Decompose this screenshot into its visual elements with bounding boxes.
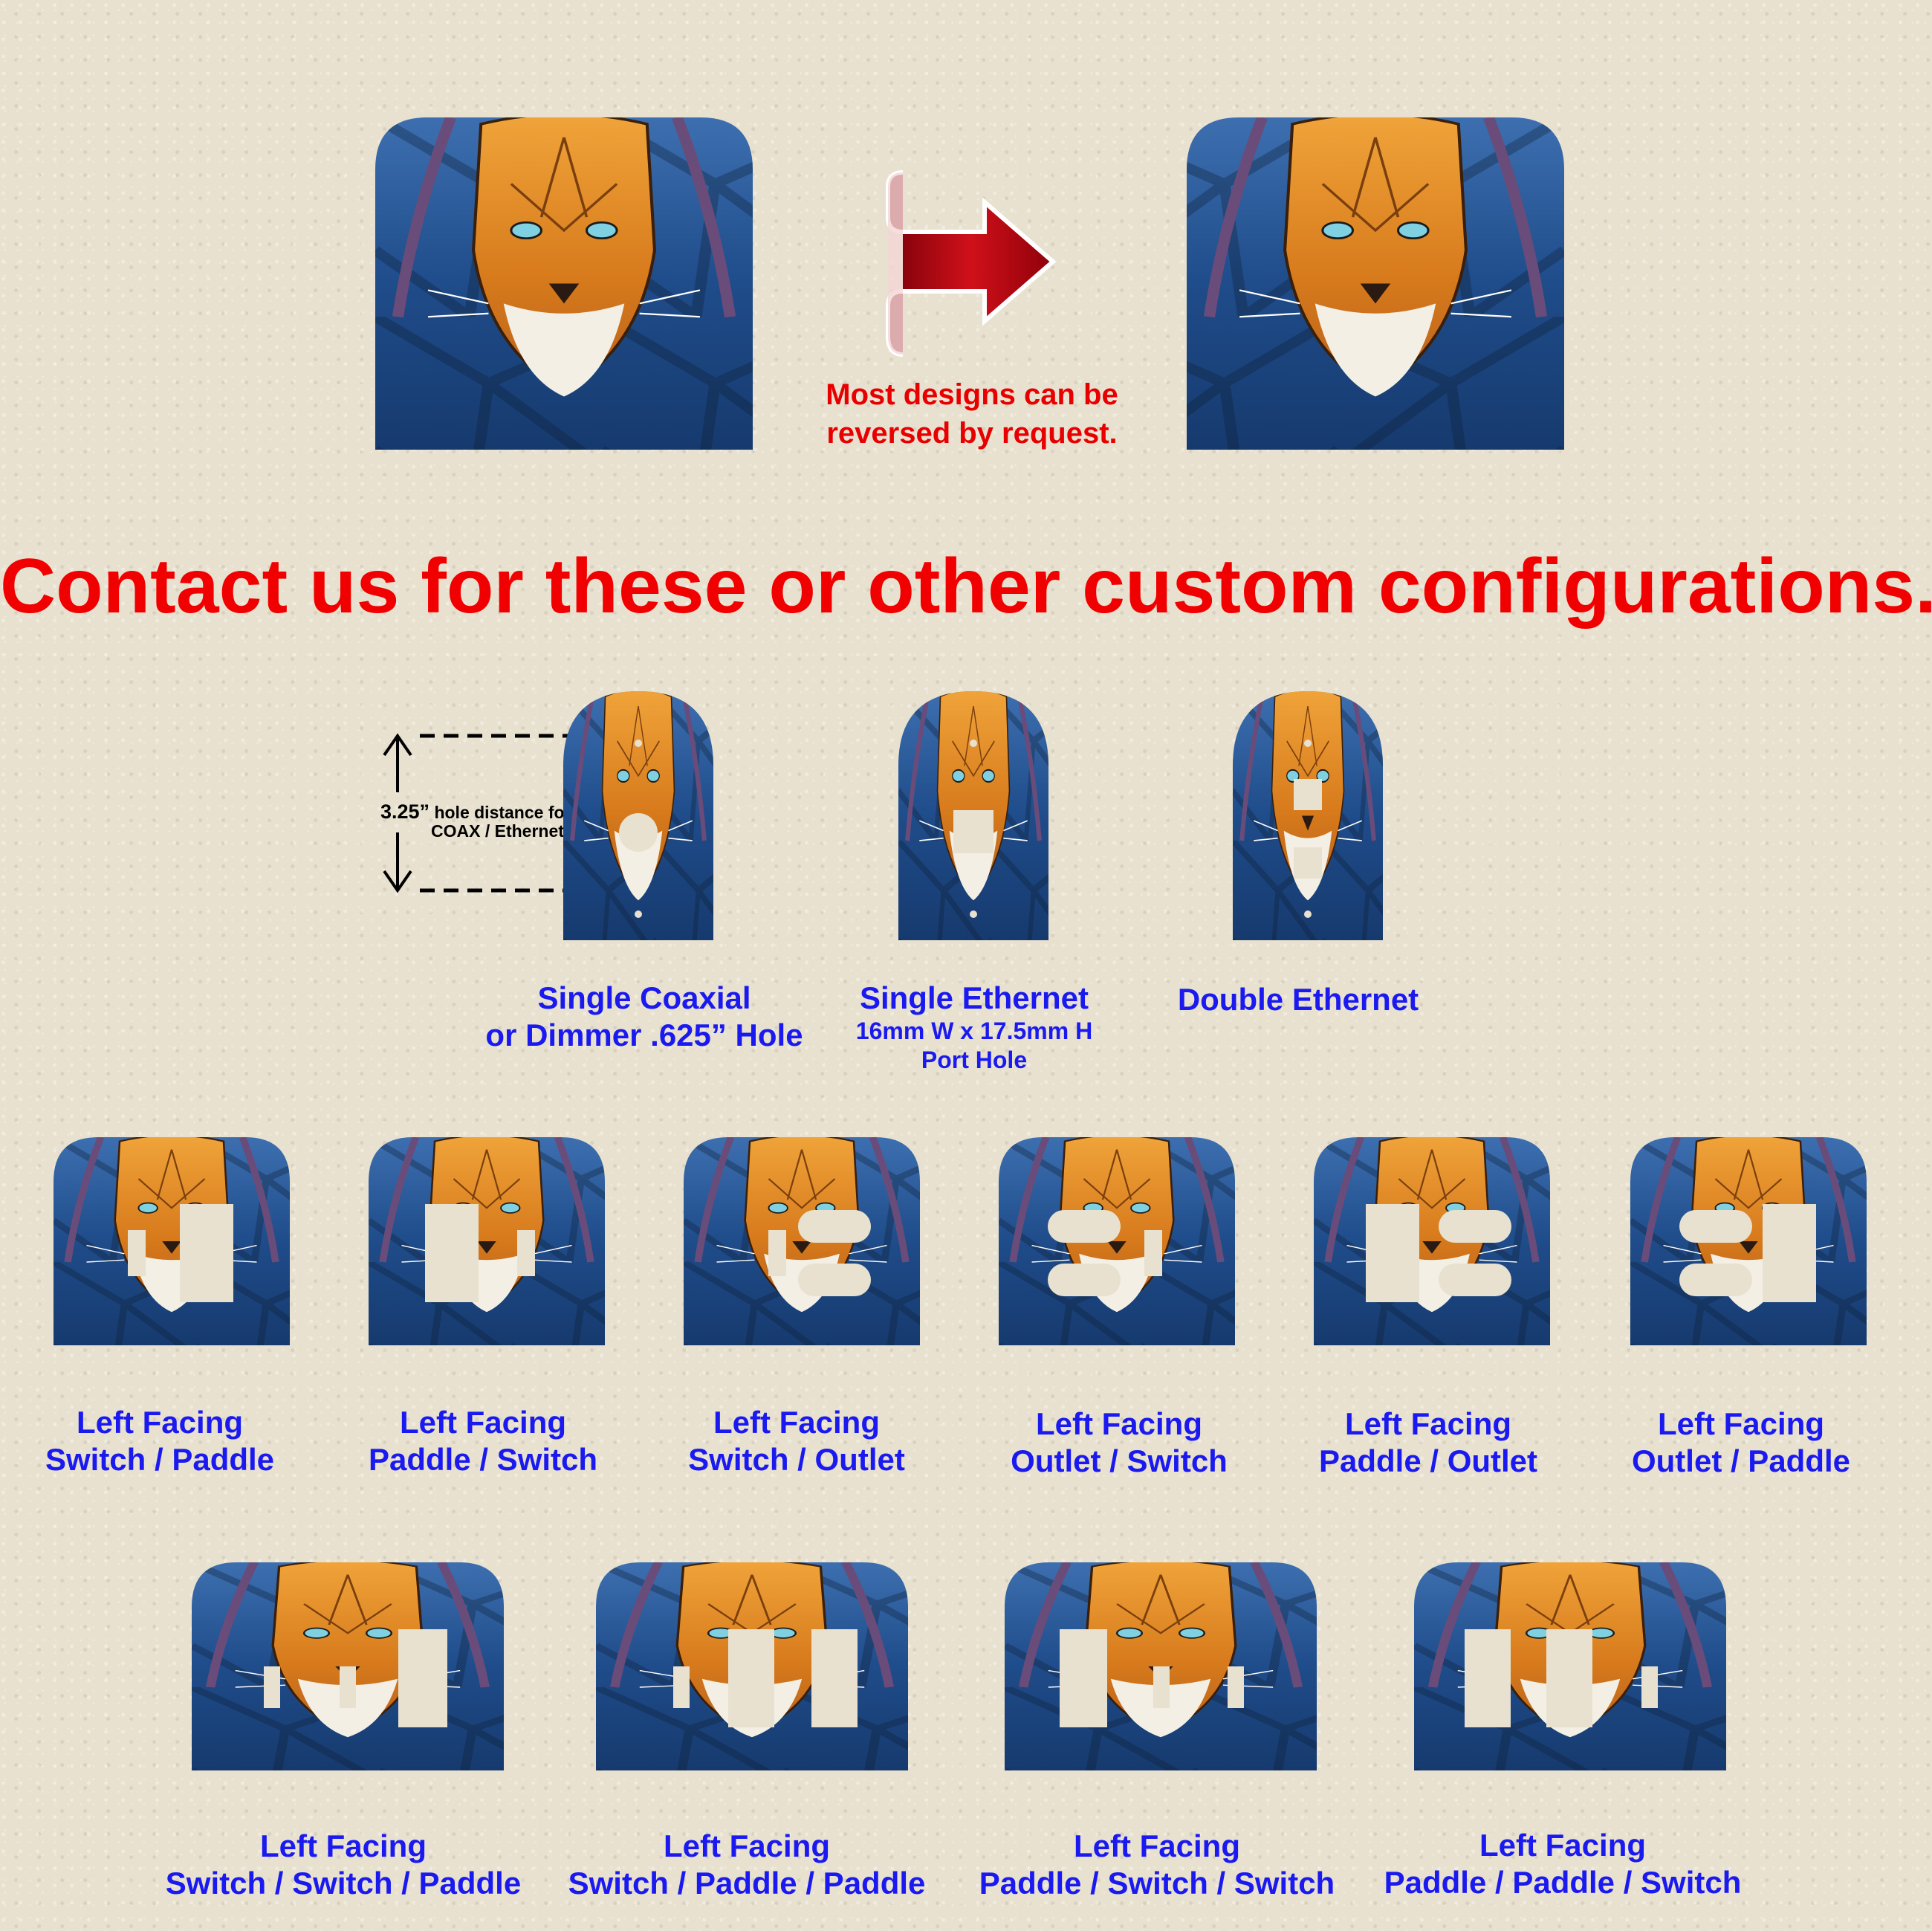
label-line: Left Facing [259,1828,427,1863]
label-line: Double Ethernet [1177,982,1419,1017]
label-switch-paddle: Left Facing Switch / Paddle [45,1404,274,1479]
label-sub-line: Port Hole [921,1046,1028,1073]
label-line: Left Facing [1035,1406,1202,1441]
dimension-label: 3.25” hole distance for COAX / Ethernet [380,800,571,841]
plate-outlet-switch [999,1137,1235,1345]
label-switch-outlet: Left Facing Switch / Outlet [688,1404,905,1479]
label-line: Left Facing [1073,1828,1240,1863]
plate-paddle-outlet [1314,1137,1550,1345]
label-line: Left Facing [663,1828,831,1863]
label-line: Paddle / Paddle / Switch [1384,1865,1742,1901]
label-line: Switch / Switch / Paddle [165,1866,522,1901]
label-line: Outlet / Paddle [1631,1443,1851,1479]
label-single-coaxial: Single Coaxial or Dimmer .625” Hole [485,980,803,1055]
label-outlet-switch: Left Facing Outlet / Switch [1011,1406,1228,1481]
label-line: Left Facing [399,1405,567,1440]
contact-headline: Contact us for these or other custom con… [0,543,1932,630]
label-single-ethernet: Single Ethernet 16mm W x 17.5mm H Port H… [856,980,1092,1074]
label-outlet-paddle: Left Facing Outlet / Paddle [1632,1406,1850,1481]
label-sub-line: 16mm W x 17.5mm H [855,1018,1093,1045]
label-line: Left Facing [1479,1828,1647,1863]
plate-switch-outlet [684,1137,920,1345]
plate-single-coaxial [563,691,713,940]
label-paddle-outlet: Left Facing Paddle / Outlet [1319,1406,1537,1481]
plate-double-ethernet [1233,691,1383,940]
lion-plate-reversed [1187,117,1564,450]
plate-single-ethernet [898,691,1048,940]
label-line: Switch / Outlet [688,1442,905,1478]
label-switch-paddle-paddle: Left Facing Switch / Paddle / Paddle [568,1828,926,1903]
label-line: Single Coaxial [537,980,751,1015]
label-switch-switch-paddle: Left Facing Switch / Switch / Paddle [166,1828,521,1903]
label-line: Switch / Paddle [45,1442,275,1478]
label-line: Paddle / Outlet [1318,1443,1538,1479]
reverse-note-line2: reversed by request. [826,417,1118,450]
label-paddle-paddle-switch: Left Facing Paddle / Paddle / Switch [1384,1827,1742,1902]
label-line: Left Facing [1344,1406,1512,1441]
plate-paddle-switch [369,1137,605,1345]
plate-paddle-switch-switch [1005,1562,1317,1770]
plate-switch-switch-paddle [192,1562,504,1770]
label-line: Paddle / Switch [368,1442,598,1478]
label-line: Left Facing [713,1405,880,1440]
plate-outlet-paddle [1630,1137,1867,1345]
reverse-note: Most designs can be reversed by request. [826,375,1118,453]
plate-switch-paddle [54,1137,290,1345]
label-paddle-switch-switch: Left Facing Paddle / Switch / Switch [979,1828,1335,1903]
label-double-ethernet: Double Ethernet [1178,981,1419,1018]
label-line: Left Facing [1657,1406,1825,1441]
dimension-line1: hole distance for [434,803,571,822]
dimension-value: 3.25” [380,800,430,823]
plate-switch-paddle-paddle [596,1562,908,1770]
label-line: Outlet / Switch [1011,1443,1228,1479]
label-paddle-switch: Left Facing Paddle / Switch [369,1404,597,1479]
label-line: Single Ethernet [859,980,1089,1015]
label-line: or Dimmer .625” Hole [485,1018,803,1053]
label-line: Left Facing [76,1405,244,1440]
lion-plate-original [375,117,753,450]
label-line: Switch / Paddle / Paddle [568,1866,926,1901]
label-line: Paddle / Switch / Switch [979,1866,1335,1901]
red-curved-arrow-icon [886,170,1057,357]
dimension-line2: COAX / Ethernet [431,821,564,841]
plate-paddle-paddle-switch [1414,1562,1726,1770]
reverse-note-line1: Most designs can be [826,378,1118,411]
